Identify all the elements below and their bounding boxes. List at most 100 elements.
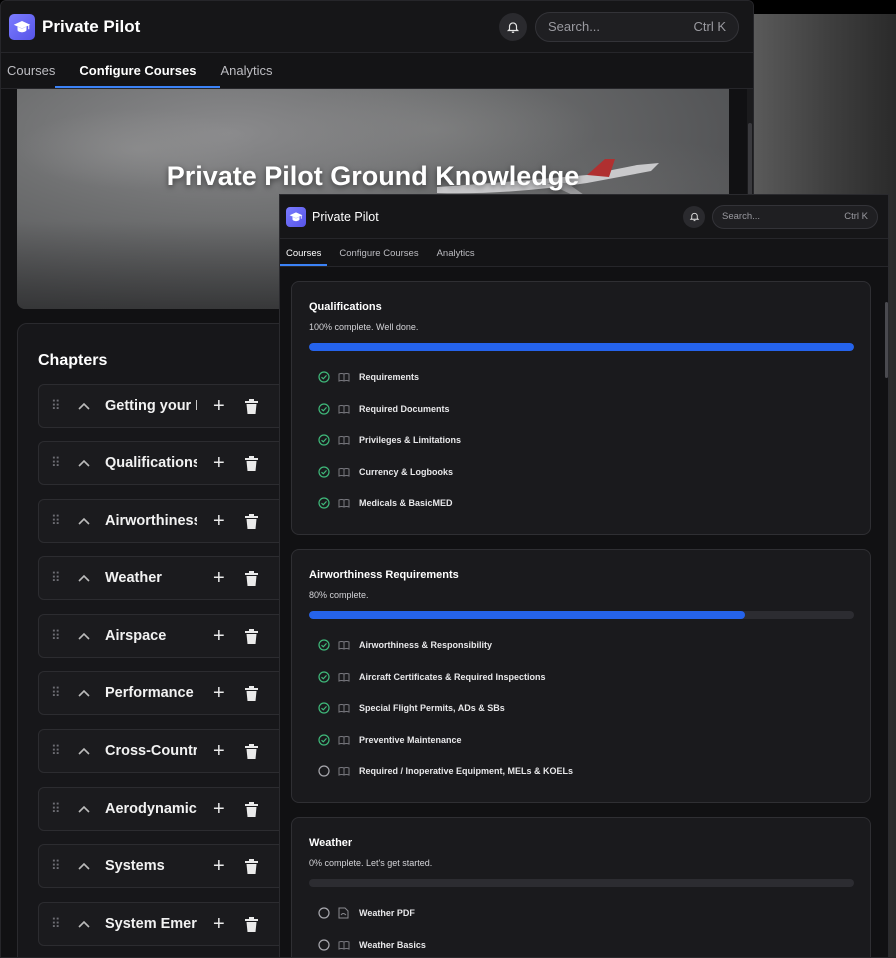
tab-configure-courses[interactable]: Configure Courses [55, 63, 221, 88]
empty-circle-icon[interactable] [318, 939, 330, 951]
add-lesson-button[interactable]: + [213, 511, 225, 531]
book-icon [338, 702, 350, 714]
drag-handle-icon[interactable]: ⠿ [51, 513, 63, 529]
drag-handle-icon[interactable]: ⠿ [51, 570, 63, 586]
app-title: Private Pilot [312, 209, 379, 224]
lesson-label: Required Documents [359, 404, 450, 414]
drag-handle-icon[interactable]: ⠿ [51, 685, 63, 701]
drag-handle-icon[interactable]: ⠿ [51, 858, 63, 874]
trash-icon[interactable] [244, 743, 258, 759]
check-circle-icon[interactable] [318, 371, 330, 383]
chapter-name: Getting your P [105, 398, 197, 414]
scrollbar[interactable] [884, 269, 888, 957]
chevron-up-icon[interactable] [77, 401, 93, 411]
drag-handle-icon[interactable]: ⠿ [51, 743, 63, 759]
check-circle-icon[interactable] [318, 639, 330, 651]
trash-icon[interactable] [244, 858, 258, 874]
trash-icon[interactable] [244, 685, 258, 701]
search-input[interactable]: Search... Ctrl K [535, 11, 739, 42]
chevron-up-icon[interactable] [77, 919, 93, 929]
lesson-item[interactable]: Required / Inoperative Equipment, MELs &… [318, 764, 573, 778]
drag-handle-icon[interactable]: ⠿ [51, 916, 63, 932]
check-circle-icon[interactable] [318, 403, 330, 415]
add-lesson-button[interactable]: + [213, 568, 225, 588]
check-circle-icon[interactable] [318, 466, 330, 478]
chevron-up-icon[interactable] [77, 688, 93, 698]
tab-courses[interactable]: Courses [280, 248, 330, 266]
app-header: Private Pilot Search... Ctrl K [280, 195, 888, 239]
add-lesson-button[interactable]: + [213, 799, 225, 819]
book-icon [338, 497, 350, 509]
lesson-item[interactable]: Requirements [318, 370, 419, 384]
add-lesson-button[interactable]: + [213, 626, 225, 646]
book-icon [338, 671, 350, 683]
lesson-item[interactable]: Privileges & Limitations [318, 433, 461, 447]
drag-handle-icon[interactable]: ⠿ [51, 628, 63, 644]
scrollbar-thumb[interactable] [885, 302, 888, 378]
trash-icon[interactable] [244, 398, 258, 414]
lesson-item[interactable]: Weather PDF [318, 906, 415, 920]
check-circle-icon[interactable] [318, 702, 330, 714]
check-circle-icon[interactable] [318, 734, 330, 746]
check-circle-icon[interactable] [318, 671, 330, 683]
course-card[interactable]: Weather 0% complete. Let's get started. We… [291, 817, 871, 957]
lesson-item[interactable]: Preventive Maintenance [318, 733, 462, 747]
add-lesson-button[interactable]: + [213, 741, 225, 761]
empty-circle-icon[interactable] [318, 907, 330, 919]
search-shortcut: Ctrl K [844, 211, 868, 222]
drag-handle-icon[interactable]: ⠿ [51, 455, 63, 471]
trash-icon[interactable] [244, 455, 258, 471]
lesson-label: Weather PDF [359, 908, 415, 918]
courses-window: Private Pilot Search... Ctrl K Courses C… [279, 194, 889, 958]
chevron-up-icon[interactable] [77, 746, 93, 756]
lesson-item[interactable]: Airworthiness & Responsibility [318, 638, 492, 652]
chevron-up-icon[interactable] [77, 458, 93, 468]
progress-bar [309, 879, 854, 887]
tab-analytics[interactable]: Analytics [428, 248, 484, 266]
add-lesson-button[interactable]: + [213, 914, 225, 934]
notifications-bell-icon[interactable] [683, 205, 705, 228]
drag-handle-icon[interactable]: ⠿ [51, 398, 63, 414]
lesson-item[interactable]: Weather Basics [318, 938, 426, 952]
trash-icon[interactable] [244, 801, 258, 817]
progress-bar-fill [309, 343, 854, 351]
lesson-label: Currency & Logbooks [359, 467, 454, 477]
book-icon [338, 466, 350, 478]
tab-configure-courses[interactable]: Configure Courses [330, 248, 427, 266]
check-circle-icon[interactable] [318, 434, 330, 446]
nav-tabs: Courses Configure Courses Analytics [280, 239, 888, 267]
notifications-bell-icon[interactable] [499, 12, 527, 41]
lesson-item[interactable]: Medicals & BasicMED [318, 496, 453, 510]
trash-icon[interactable] [244, 513, 258, 529]
empty-circle-icon[interactable] [318, 765, 330, 777]
drag-handle-icon[interactable]: ⠿ [51, 801, 63, 817]
chevron-up-icon[interactable] [77, 631, 93, 641]
lesson-label: Special Flight Permits, ADs & SBs [359, 703, 505, 713]
course-card[interactable]: Qualifications 100% complete. Well done. R… [291, 281, 871, 535]
add-lesson-button[interactable]: + [213, 396, 225, 416]
lesson-item[interactable]: Aircraft Certificates & Required Inspect… [318, 670, 546, 684]
course-title: Weather [309, 837, 353, 849]
check-circle-icon[interactable] [318, 497, 330, 509]
chevron-up-icon[interactable] [77, 861, 93, 871]
tab-analytics[interactable]: Analytics [208, 63, 284, 88]
lesson-item[interactable]: Required Documents [318, 402, 450, 416]
tab-courses[interactable]: Courses [7, 63, 67, 88]
lesson-item[interactable]: Special Flight Permits, ADs & SBs [318, 701, 505, 715]
trash-icon[interactable] [244, 916, 258, 932]
chapter-name: Airworthiness [105, 513, 197, 529]
lesson-item[interactable]: Currency & Logbooks [318, 465, 453, 479]
add-lesson-button[interactable]: + [213, 453, 225, 473]
graduation-cap-logo-icon [9, 13, 35, 40]
chevron-up-icon[interactable] [77, 516, 93, 526]
trash-icon[interactable] [244, 628, 258, 644]
trash-icon[interactable] [244, 570, 258, 586]
search-shortcut: Ctrl K [693, 19, 727, 34]
chevron-up-icon[interactable] [77, 573, 93, 583]
add-lesson-button[interactable]: + [213, 683, 225, 703]
search-input[interactable]: Search... Ctrl K [712, 204, 878, 229]
lesson-label: Weather Basics [359, 940, 426, 950]
course-card[interactable]: Airworthiness Requirements 80% complete. A… [291, 549, 871, 803]
add-lesson-button[interactable]: + [213, 856, 225, 876]
chevron-up-icon[interactable] [77, 804, 93, 814]
